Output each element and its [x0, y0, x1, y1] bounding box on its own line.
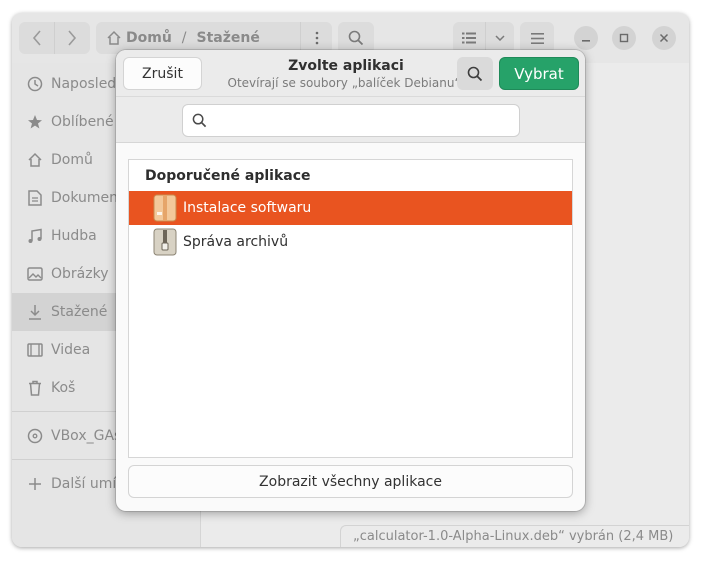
- minimize-button[interactable]: [574, 26, 598, 50]
- package-icon: [152, 194, 178, 222]
- app-row-software-install[interactable]: Instalace softwaru: [129, 191, 572, 225]
- chevron-right-icon: [68, 30, 77, 46]
- close-button[interactable]: [652, 26, 676, 50]
- sidebar-item-label: Domů: [51, 152, 93, 168]
- list-view-icon: [453, 32, 485, 44]
- navigation-buttons: [19, 22, 90, 54]
- list-heading: Doporučené aplikace: [145, 168, 311, 184]
- music-icon: [26, 227, 44, 245]
- dialog-subtitle: Otevírají se soubory „balíček Debianu“.: [227, 76, 465, 90]
- path-current[interactable]: Stažené: [197, 30, 260, 46]
- document-icon: [26, 189, 44, 207]
- forward-button[interactable]: [54, 22, 89, 54]
- home-icon: [106, 30, 122, 46]
- maximize-button[interactable]: [612, 26, 636, 50]
- hamburger-icon: [530, 32, 544, 44]
- sidebar-item-label: VBox_GAs: [51, 428, 122, 444]
- dialog-header: Zrušit Zvolte aplikaci Otevírají se soub…: [116, 50, 585, 97]
- image-icon: [26, 265, 44, 283]
- sidebar-item-label: Hudba: [51, 228, 97, 244]
- maximize-icon: [619, 33, 629, 43]
- path-separator: /: [181, 30, 187, 46]
- star-icon: [26, 113, 44, 131]
- trash-icon: [26, 379, 44, 397]
- search-icon: [192, 113, 207, 128]
- archive-icon: [152, 228, 178, 256]
- dialog-search-bar: [116, 97, 585, 143]
- sidebar-item-label: Koš: [51, 380, 76, 396]
- choose-application-dialog: Zrušit Zvolte aplikaci Otevírají se soub…: [116, 50, 585, 511]
- app-label: Správa archivů: [183, 234, 289, 250]
- minimize-icon: [582, 40, 590, 42]
- cancel-button[interactable]: Zrušit: [123, 57, 202, 90]
- disc-icon: [26, 427, 44, 445]
- dialog-search-toggle[interactable]: [457, 57, 493, 90]
- sidebar-item-label: Další umís: [51, 476, 124, 492]
- search-input[interactable]: [213, 106, 519, 135]
- show-all-apps-button[interactable]: Zobrazit všechny aplikace: [128, 465, 573, 498]
- sidebar-item-label: Obrázky: [51, 266, 109, 282]
- status-bar: „calculator-1.0-Alpha-Linux.deb“ vybrán …: [340, 525, 689, 547]
- dialog-title: Zvolte aplikaci: [288, 58, 404, 74]
- app-row-archive-manager[interactable]: Správa archivů: [129, 225, 572, 259]
- home-icon: [26, 151, 44, 169]
- download-icon: [26, 303, 44, 321]
- more-vertical-icon: [315, 31, 318, 45]
- search-field[interactable]: [182, 104, 520, 137]
- plus-icon: [26, 475, 44, 493]
- sidebar-item-label: Oblíbené: [51, 114, 114, 130]
- app-label: Instalace softwaru: [183, 200, 312, 216]
- back-button[interactable]: [19, 22, 54, 54]
- search-icon: [467, 66, 483, 81]
- chevron-left-icon: [32, 30, 41, 46]
- close-icon: [659, 33, 669, 43]
- search-icon: [348, 30, 364, 46]
- path-home[interactable]: Domů: [126, 30, 172, 46]
- sidebar-item-label: Videa: [51, 342, 91, 358]
- video-icon: [26, 341, 44, 359]
- sidebar-item-label: Naposled: [51, 76, 117, 92]
- select-button[interactable]: Vybrat: [499, 57, 579, 90]
- clock-icon: [26, 75, 44, 93]
- sidebar-item-label: Dokumen: [51, 190, 119, 206]
- application-list: Doporučené aplikace Instalace softwaru S…: [128, 159, 573, 458]
- sidebar-item-label: Stažené: [51, 304, 108, 320]
